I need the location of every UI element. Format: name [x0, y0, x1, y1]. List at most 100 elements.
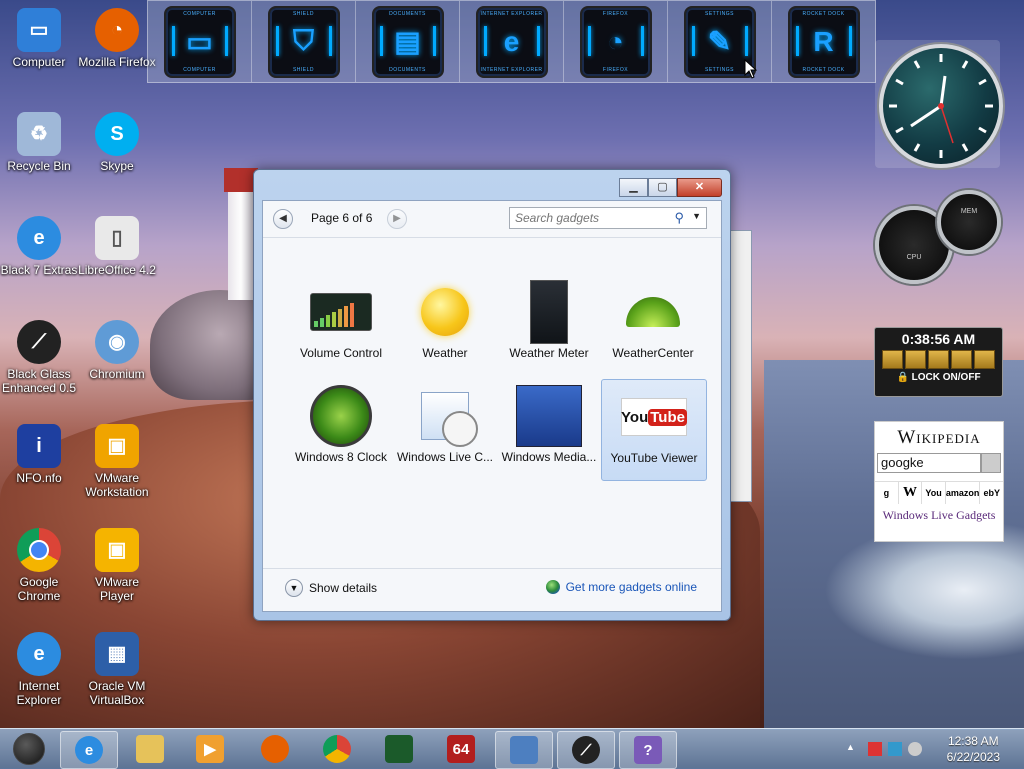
chevron-down-icon[interactable]: ▼	[692, 211, 701, 221]
search-icon[interactable]: ⚲	[674, 210, 684, 226]
black-glass-icon: ⟋	[17, 320, 61, 364]
memory-gauge-label: MEM	[960, 208, 978, 215]
media-player-icon: ▶	[196, 735, 224, 763]
volume-control-icon	[308, 281, 374, 343]
wikipedia-gadget: Wikipedia googke g W You amazon ebY Wind…	[874, 421, 1004, 542]
youtube-site-button[interactable]: You	[922, 482, 946, 504]
desktop-icon-chromium[interactable]: ◉ Chromium	[78, 320, 156, 381]
gadget-windows-media-center[interactable]: Windows Media...	[497, 379, 601, 479]
desktop-icon-virtualbox[interactable]: ▦ Oracle VM VirtualBox	[78, 632, 156, 707]
search-gadgets-field[interactable]: ⚲ ▼	[509, 207, 707, 229]
gadget-label: Windows Live C...	[396, 450, 494, 464]
taskbar-chrome[interactable]	[309, 731, 365, 767]
background-window[interactable]	[728, 230, 752, 502]
dock-caption: FIREFOX	[602, 66, 629, 73]
key-button[interactable]	[951, 350, 972, 369]
lock-toggle[interactable]: 🔒 LOCK ON/OFF	[875, 372, 1002, 383]
desktop-icon-recycle-bin[interactable]: ♻ Recycle Bin	[0, 112, 78, 173]
desktop-icon-firefox[interactable]: ◔ Mozilla Firefox	[78, 8, 156, 69]
next-page-button[interactable]: ▶	[387, 209, 407, 229]
search-icon[interactable]	[981, 453, 1001, 473]
desktop-icon-vmware-player[interactable]: ▣ VMware Player	[78, 528, 156, 603]
gadget-windows-8-clock[interactable]: Windows 8 Clock	[289, 379, 393, 479]
dock-item-internet-explorer[interactable]: INTERNET EXPLORER e INTERNET EXPLORER	[460, 1, 564, 82]
get-more-gadgets-label: Get more gadgets online	[565, 580, 697, 594]
dock-caption: ROCKET DOCK	[802, 66, 845, 73]
dock-caption: FIREFOX	[602, 10, 629, 17]
search-gadgets-input[interactable]	[510, 208, 667, 228]
window-controls: ▁ ▢ ✕	[619, 178, 722, 197]
network-icon[interactable]	[888, 742, 902, 756]
desktop-icon-black-7-extras[interactable]: e Black 7 Extras	[0, 216, 78, 277]
desktop-icon-vmware-workstation[interactable]: ▣ VMware Workstation	[78, 424, 156, 499]
taskbar-cpu-z[interactable]: 64	[433, 731, 489, 767]
dock-caption: INTERNET EXPLORER	[480, 10, 543, 17]
sleep-button[interactable]	[882, 350, 903, 369]
amazon-site-button[interactable]: amazon	[946, 482, 981, 504]
previous-page-button[interactable]: ◀	[273, 209, 293, 229]
desktop-icon-computer[interactable]: ▭ Computer	[0, 8, 78, 69]
volume-icon[interactable]	[908, 742, 922, 756]
dock-item-shield[interactable]: SHIELD ⛉ SHIELD	[252, 1, 356, 82]
desktop-icon-skype[interactable]: S Skype	[78, 112, 156, 173]
gadget-weathercenter[interactable]: WeatherCenter	[601, 275, 705, 375]
ebay-site-button[interactable]: ebY	[980, 482, 1003, 504]
cpu-meter-gadget[interactable]: CPU MEM	[875, 188, 1003, 286]
analog-clock-gadget[interactable]	[875, 40, 1003, 168]
dock-caption: SHIELD	[292, 66, 315, 73]
taskbar-file-explorer[interactable]	[122, 731, 178, 767]
gadget-windows-live-calendar[interactable]: Windows Live C...	[393, 379, 497, 479]
page-indicator: Page 6 of 6	[311, 211, 373, 225]
taskbar-remote-desktop[interactable]	[495, 731, 553, 769]
desktop-icon-label: Skype	[100, 159, 134, 173]
taskbar-black-glass[interactable]: ⟋	[557, 731, 615, 769]
dock-item-documents[interactable]: DOCUMENTS ▤ DOCUMENTS	[356, 1, 460, 82]
get-more-gadgets-link[interactable]: Get more gadgets online	[545, 580, 697, 594]
internet-explorer-icon: INTERNET EXPLORER e INTERNET EXPLORER	[475, 5, 548, 78]
minimize-button[interactable]: ▁	[619, 178, 648, 197]
maximize-button[interactable]: ▢	[648, 178, 677, 197]
settings-button[interactable]	[974, 350, 995, 369]
gadget-volume-control[interactable]: Volume Control	[289, 275, 393, 375]
taskbar-media-player[interactable]: ▶	[182, 731, 238, 767]
google-site-button[interactable]: g	[875, 482, 899, 504]
dock-glyph: ✎	[707, 26, 732, 57]
taskbar-help[interactable]: ?	[619, 731, 677, 769]
show-hidden-icons-icon[interactable]: ▲	[846, 742, 860, 756]
taskbar-firefox[interactable]	[247, 731, 303, 767]
wikipedia-search-input[interactable]: googke	[877, 453, 982, 473]
gadget-youtube-viewer[interactable]: You Tube YouTube Viewer	[601, 379, 707, 481]
weather-meter-icon	[516, 280, 582, 344]
wikipedia-site-button[interactable]: W	[899, 482, 923, 504]
desktop-icon-label: VMware Player	[94, 575, 139, 603]
lock-label: LOCK ON/OFF	[911, 372, 981, 383]
gadget-weather[interactable]: Weather	[393, 275, 497, 375]
gadget-label: Weather	[422, 346, 468, 360]
dock-item-computer[interactable]: COMPUTER ▭ COMPUTER	[148, 1, 252, 82]
dock-caption: INTERNET EXPLORER	[480, 66, 543, 73]
desktop-icon-label: LibreOffice 4.2	[78, 263, 156, 277]
libreoffice-icon: ▯	[95, 216, 139, 260]
desktop-icon-google-chrome[interactable]: Google Chrome	[0, 528, 78, 603]
taskbar-task-manager[interactable]	[371, 731, 427, 767]
time-lock-gadget[interactable]: 0:38:56 AM 🔒 LOCK ON/OFF	[874, 327, 1003, 397]
desktop-icon-libreoffice[interactable]: ▯ LibreOffice 4.2	[78, 216, 156, 277]
dock-caption: SHIELD	[292, 10, 315, 17]
shutdown-button[interactable]	[905, 350, 926, 369]
show-details-button[interactable]: ▼ Show details	[285, 579, 377, 597]
taskbar-clock[interactable]: 12:38 AM 6/22/2023	[947, 733, 1000, 765]
desktop-icon-black-glass[interactable]: ⟋ Black Glass Enhanced 0.5	[0, 320, 78, 395]
desktop-icon-nfo[interactable]: i NFO.nfo	[0, 424, 78, 485]
windows-live-gadgets-link[interactable]: Windows Live Gadgets	[875, 508, 1003, 523]
dock-item-firefox[interactable]: FIREFOX ◔ FIREFOX	[564, 1, 668, 82]
start-button[interactable]	[4, 731, 54, 767]
taskbar-internet-explorer[interactable]: e	[60, 731, 118, 769]
gadget-weather-meter[interactable]: Weather Meter	[497, 275, 601, 375]
dock-item-rocketdock[interactable]: ROCKET DOCK R ROCKET DOCK	[772, 1, 875, 82]
close-button[interactable]: ✕	[677, 178, 722, 197]
desktop-icon-label: Oracle VM VirtualBox	[88, 679, 146, 707]
flag-icon[interactable]	[868, 742, 882, 756]
system-tray: ▲ 12:38 AM 6/22/2023	[834, 729, 1024, 769]
desktop-icon-internet-explorer[interactable]: e Internet Explorer	[0, 632, 78, 707]
restart-button[interactable]	[928, 350, 949, 369]
